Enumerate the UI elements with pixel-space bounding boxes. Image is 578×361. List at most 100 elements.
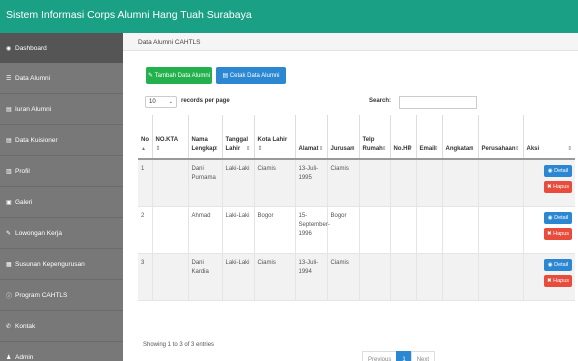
detail-button[interactable]: ◉ Detail xyxy=(544,165,572,177)
delete-button[interactable]: ✖ Hapus xyxy=(544,274,572,287)
cell-alamat: 15-September-1996 xyxy=(294,206,330,254)
sidebar-item-susunan-kepengurusan[interactable]: ▦ Susunan Kepengurusan xyxy=(0,249,123,279)
cell-aksi: ◉ Detail ✖ Hapus xyxy=(522,159,575,207)
cell-alamat: 13-Juli-1995 xyxy=(294,159,327,207)
table-icon: ▤ xyxy=(6,106,12,113)
sidebar-item-label: Kontak xyxy=(15,322,36,330)
list-icon: ☰ xyxy=(6,75,12,82)
sort-icon: ⇕ xyxy=(318,146,324,152)
print-alumni-button[interactable]: ▤ Cetak Data Alumni xyxy=(216,67,286,84)
cell-email xyxy=(415,253,442,301)
cell-jurusan: Bogor xyxy=(326,206,359,254)
phone-icon: ✆ xyxy=(6,323,12,330)
column-header-no[interactable]: No ▲ xyxy=(138,115,152,160)
column-header-aksi[interactable]: Aksi ⇕ xyxy=(522,115,575,160)
sidebar-item-lowongan-kerja[interactable]: ✎ Lowongan Kerja xyxy=(0,218,123,248)
cell-nama-lengkap: Dani Kardia xyxy=(187,253,222,301)
pencil-icon: ✎ xyxy=(147,73,155,79)
column-header-alamat[interactable]: Alamat ⇕ xyxy=(294,115,327,160)
add-alumni-button[interactable]: ✎ Tambah Data Alumni xyxy=(146,67,212,84)
sidebar-item-label: Dashboard xyxy=(15,44,47,52)
search-label: Search: xyxy=(369,98,392,104)
column-header-kota-lahir[interactable]: Kota Lahir ⇕ xyxy=(253,115,295,160)
sidebar-item-kontak[interactable]: ✆ Kontak xyxy=(0,311,123,341)
cell-email xyxy=(415,159,442,207)
cell-tanggal-lahir: Laki-Laki xyxy=(221,159,254,207)
table-row: 2 Ahmad Laki-Laki Bogor 15-September-199… xyxy=(138,206,575,254)
sort-icon: ⇕ xyxy=(469,146,475,152)
main-content: Data Alumni CAHTLS ✎ Tambah Data Alumni … xyxy=(123,33,578,361)
sidebar-item-profil[interactable]: ▥ Profil xyxy=(0,156,123,186)
cell-no-hp xyxy=(389,253,416,301)
cell-angkatan xyxy=(441,206,478,254)
sort-icon: ⇕ xyxy=(213,146,219,152)
sidebar-item-program-cahtls[interactable]: ⓘ Program CAHTLS xyxy=(0,280,123,310)
column-header-perusahaan[interactable]: Perusahaan ⇕ xyxy=(477,115,523,160)
sidebar-item-data-alumni[interactable]: ☰ Data Alumni xyxy=(0,63,123,93)
cell-no: 1 xyxy=(138,159,152,207)
table-row: 1 Dani Purnama Laki-Laki Ciamis 13-Juli-… xyxy=(138,159,575,207)
sort-icon: ⇕ xyxy=(433,146,439,152)
table-row: 3 Dani Kardia Laki-Laki Ciamis 13-Juli-1… xyxy=(138,253,575,301)
breadcrumb: Data Alumni CAHTLS xyxy=(123,33,578,51)
page-button-1[interactable]: 1 xyxy=(396,351,412,361)
sidebar-item-data-kuisioner[interactable]: ▤ Data Kuisioner xyxy=(0,125,123,155)
column-header-no-hp[interactable]: No.HP ⇕ xyxy=(389,115,416,160)
sort-icon: ⇕ xyxy=(245,146,251,152)
delete-button[interactable]: ✖ Hapus xyxy=(544,227,572,240)
records-per-page-select[interactable]: 10 ⌄ xyxy=(145,96,177,108)
cell-jurusan: Ciamis xyxy=(326,253,359,301)
grid-icon: ▦ xyxy=(6,261,12,268)
sort-icon: ⇕ xyxy=(381,146,387,152)
cell-alamat: 13-Juli-1994 xyxy=(294,253,327,301)
cell-kota-lahir: Ciamis xyxy=(253,159,295,207)
column-header-jurusan[interactable]: Jurusan ⇕ xyxy=(326,115,359,160)
cell-nama-lengkap: Ahmad xyxy=(187,206,222,254)
cell-nama-lengkap: Dani Purnama xyxy=(187,159,222,207)
sidebar-item-label: Admin xyxy=(15,353,34,361)
detail-button[interactable]: ◉ Detail xyxy=(544,211,572,224)
sidebar-item-iuran-alumni[interactable]: ▤ Iuran Alumni xyxy=(0,94,123,124)
cell-telp-rumah xyxy=(358,253,390,301)
info-icon: ⓘ xyxy=(6,293,13,300)
cell-tanggal-lahir: Laki-Laki xyxy=(221,206,254,254)
detail-button[interactable]: ◉ Detail xyxy=(544,258,572,271)
cell-no-kta xyxy=(151,159,188,207)
column-header-no-kta[interactable]: NO.KTA ⇕ xyxy=(151,115,188,160)
column-header-tanggal-lahir[interactable]: Tanggal Lahir ⇕ xyxy=(221,115,254,160)
sort-icon: ⇕ xyxy=(257,146,263,152)
search-input[interactable] xyxy=(399,96,477,109)
sort-icon: ⇕ xyxy=(514,146,520,152)
cell-jurusan: Ciamis xyxy=(326,159,359,207)
cell-aksi: ◉ Detail ✖ Hapus xyxy=(522,253,575,301)
sidebar-item-galeri[interactable]: ▣ Galeri xyxy=(0,187,123,217)
records-per-page-label: records per page xyxy=(181,98,230,104)
app-title[interactable]: Sistem Informasi Corps Alumni Hang Tuah … xyxy=(6,9,252,21)
column-header-nama-lengkap[interactable]: Nama Lengkap ⇕ xyxy=(187,115,222,160)
previous-page-button[interactable]: Previous xyxy=(362,351,398,361)
sort-asc-icon: ▲ xyxy=(141,146,146,152)
sort-icon: ⇕ xyxy=(407,146,413,152)
cell-perusahaan xyxy=(477,159,523,207)
cell-telp-rumah xyxy=(358,206,390,254)
column-header-telp-rumah[interactable]: Telp Rumah ⇕ xyxy=(358,115,390,160)
cell-no: 2 xyxy=(138,206,152,254)
sidebar-item-label: Iuran Alumni xyxy=(15,105,52,113)
add-alumni-label: Tambah Data Alumni xyxy=(154,72,211,79)
sidebar-item-dashboard[interactable]: ◉ Dashboard xyxy=(0,33,123,63)
sidebar-item-label: Data Alumni xyxy=(15,74,51,82)
sidebar-item-label: Profil xyxy=(15,167,30,175)
column-header-angkatan[interactable]: Angkatan ⇕ xyxy=(441,115,478,160)
cell-email xyxy=(415,206,442,254)
column-header-email[interactable]: Email ⇕ xyxy=(415,115,442,160)
print-alumni-label: Cetak Data Alumni xyxy=(229,72,280,79)
cell-tanggal-lahir: Laki-Laki xyxy=(221,253,254,301)
table-header-row: No ▲ NO.KTA ⇕ Nama Lengkap ⇕ Tanggal Lahir… xyxy=(138,115,575,160)
cell-no-hp xyxy=(389,159,416,207)
sort-icon: ⇕ xyxy=(155,146,161,152)
cell-kota-lahir: Ciamis xyxy=(253,253,295,301)
delete-button[interactable]: ✖ Hapus xyxy=(544,181,572,193)
cell-no-hp xyxy=(389,206,416,254)
next-page-button[interactable]: Next xyxy=(410,351,436,361)
sidebar-item-admin[interactable]: ♟ Admin xyxy=(0,342,123,361)
